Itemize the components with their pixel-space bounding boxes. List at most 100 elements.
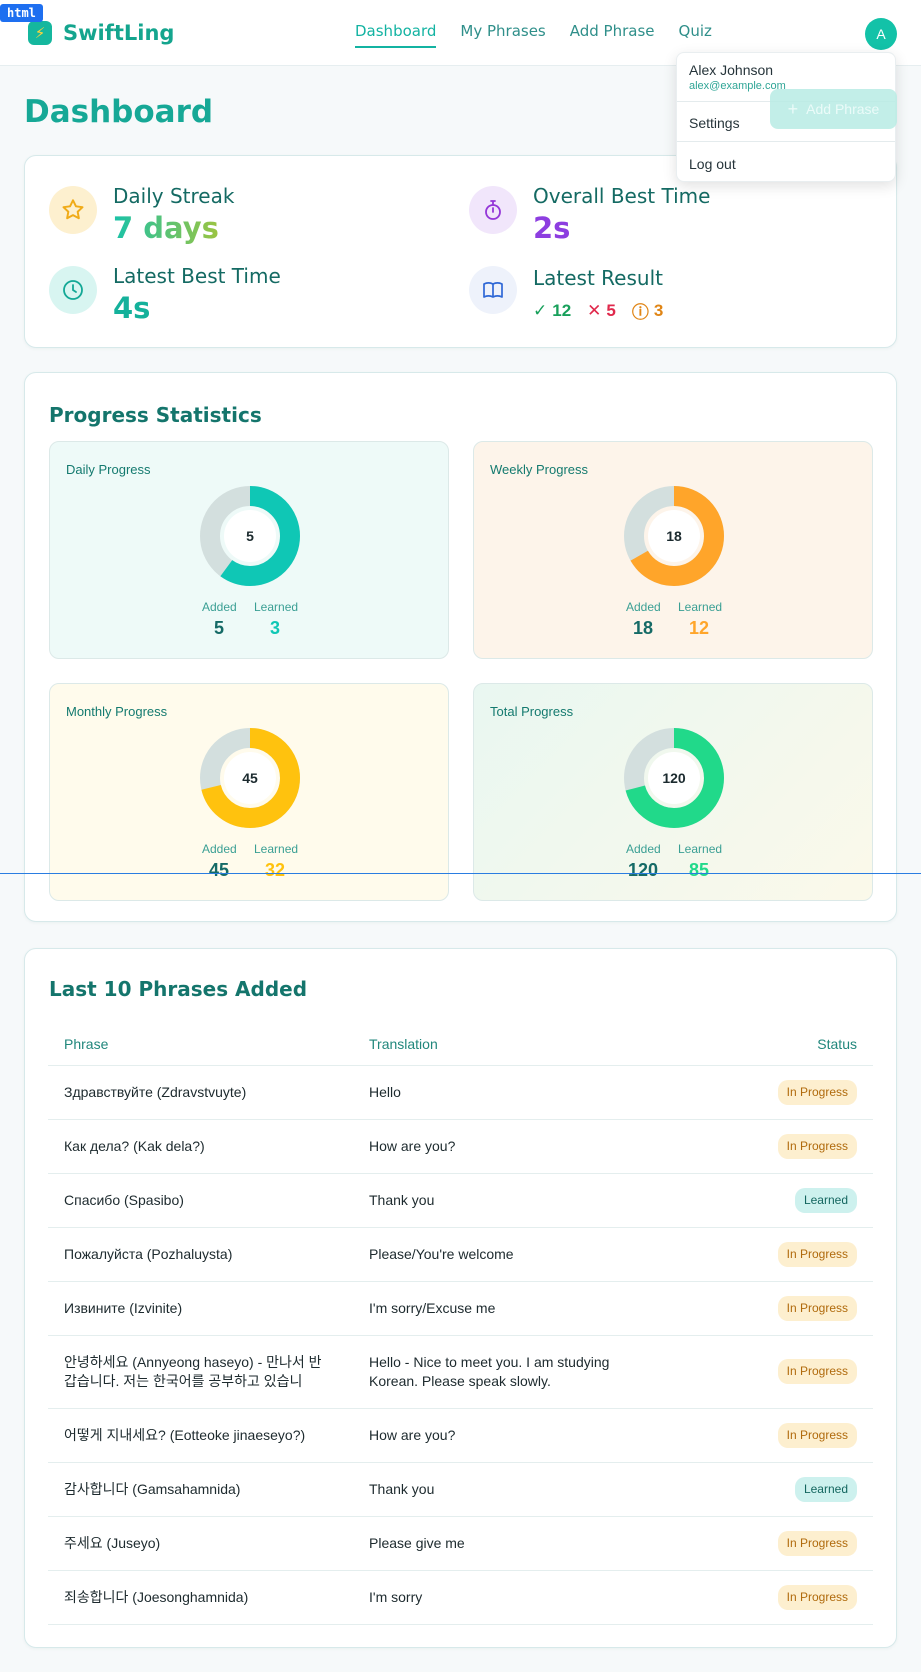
guide-line	[0, 873, 921, 874]
added-label: Added	[626, 600, 661, 614]
table-row[interactable]: Спасибо (Spasibo) Thank you Learned	[48, 1173, 873, 1228]
table-row[interactable]: 안녕하세요 (Annyeong haseyo) - 만나서 반갑습니다. 저는 …	[48, 1335, 873, 1409]
daily-streak-label: Daily Streak	[113, 184, 235, 208]
learned-label: Learned	[678, 600, 723, 614]
status-cell: In Progress	[633, 1516, 873, 1571]
added-value: 45	[208, 860, 230, 880]
avatar[interactable]: A	[865, 18, 897, 50]
user-name: Alex Johnson	[689, 62, 774, 78]
nav-dashboard[interactable]: Dashboard	[355, 22, 437, 48]
alert-icon: ⓘ	[631, 303, 649, 322]
status-cell: In Progress	[633, 1570, 873, 1625]
learned-label: Learned	[678, 842, 723, 856]
translation-cell: I'm sorry	[353, 1570, 633, 1625]
status-cell: Learned	[633, 1173, 873, 1228]
status-cell: In Progress	[633, 1227, 873, 1282]
latest-best-time-value: 4s	[113, 291, 151, 325]
translation-cell: How are you?	[353, 1119, 633, 1174]
status-badge: In Progress	[777, 1079, 857, 1105]
status-cell: In Progress	[633, 1335, 873, 1409]
donut-center-value: 120	[662, 770, 686, 786]
menu-logout[interactable]: Log out	[689, 156, 736, 172]
progress-card-title: Daily Progress	[66, 462, 151, 477]
table-row[interactable]: 어떻게 지내세요? (Eotteoke jinaeseyo?) How are y…	[48, 1408, 873, 1463]
table-header: Phrase Translation Status	[48, 1023, 873, 1066]
divider	[677, 141, 895, 142]
translation-cell: Hello	[353, 1065, 633, 1120]
status-badge: In Progress	[777, 1241, 857, 1267]
overall-best-time-value: 2s	[533, 211, 571, 245]
book-icon	[469, 266, 517, 314]
progress-card-0: Daily Progress 5 Added Learned 5 3	[49, 441, 449, 659]
check-icon: ✓	[533, 300, 548, 320]
progress-title: Progress Statistics	[49, 403, 262, 427]
correct-count: ✓ 12	[533, 300, 572, 320]
bolt-icon[interactable]: ⚡	[28, 21, 52, 45]
nav-my-phrases[interactable]: My Phrases	[460, 22, 545, 48]
added-label: Added	[202, 842, 237, 856]
status-badge: Learned	[794, 1476, 857, 1502]
learned-value: 3	[269, 618, 280, 638]
stats-card: Daily Streak 7 days Overall Best Time 2s…	[24, 155, 897, 348]
phrase-cell: Здравствуйте (Zdravstvuyte)	[48, 1065, 353, 1120]
status-badge: In Progress	[777, 1530, 857, 1556]
table-row[interactable]: 주세요 (Juseyo) Please give me In Progress	[48, 1516, 873, 1571]
phrase-cell: 죄송합니다 (Joesonghamnida)	[48, 1570, 353, 1625]
added-value: 5	[213, 618, 224, 638]
added-label: Added	[626, 842, 661, 856]
app-name[interactable]: SwiftLing	[63, 21, 174, 45]
phrase-cell: Извините (Izvinite)	[48, 1281, 353, 1336]
progress-card-title: Total Progress	[490, 704, 574, 719]
status-badge: Learned	[794, 1187, 857, 1213]
status-cell: In Progress	[633, 1119, 873, 1174]
status-cell: In Progress	[633, 1065, 873, 1120]
daily-streak-value: 7 days	[113, 211, 219, 245]
status-badge: In Progress	[777, 1359, 857, 1384]
user-email: alex@example.com	[689, 80, 786, 92]
header-phrase: Phrase	[48, 1023, 353, 1066]
learned-value: 85	[688, 860, 710, 880]
add-phrase-button[interactable]: + Add Phrase	[770, 89, 897, 129]
nav-add-phrase[interactable]: Add Phrase	[570, 22, 655, 48]
table-row[interactable]: Здравствуйте (Zdravstvuyte) Hello In Progr…	[48, 1065, 873, 1120]
table-row[interactable]: 죄송합니다 (Joesonghamnida) I'm sorry In Progre…	[48, 1570, 873, 1625]
donut-center-value: 5	[246, 528, 254, 544]
header-status: Status	[633, 1023, 873, 1066]
phrase-cell: Как дела? (Kak dela?)	[48, 1119, 353, 1174]
added-label: Added	[202, 600, 237, 614]
table-row[interactable]: Извините (Izvinite) I'm sorry/Excuse me In…	[48, 1281, 873, 1336]
learned-value: 32	[264, 860, 286, 880]
added-value: 120	[627, 860, 659, 880]
status-cell: Learned	[633, 1462, 873, 1517]
phrase-cell: 안녕하세요 (Annyeong haseyo) - 만나서 반갑습니다. 저는 …	[48, 1335, 353, 1409]
status-badge: In Progress	[777, 1584, 857, 1610]
progress-card-2: Monthly Progress 45 Added Learned 45 32	[49, 683, 449, 901]
clock-icon	[49, 266, 97, 314]
cross-icon: ✕	[587, 300, 602, 320]
phrase-cell: Пожалуйста (Pozhaluysta)	[48, 1227, 353, 1282]
status-cell: In Progress	[633, 1281, 873, 1336]
donut-center-value: 18	[666, 528, 682, 544]
phrase-cell: 주세요 (Juseyo)	[48, 1516, 353, 1571]
status-badge: In Progress	[777, 1133, 857, 1159]
learned-value: 12	[688, 618, 710, 638]
phrases-table: Phrase Translation Status Здравствуйте (…	[48, 1023, 873, 1625]
table-row[interactable]: 감사합니다 (Gamsahamnida) Thank you Learned	[48, 1462, 873, 1517]
learned-label: Learned	[254, 600, 299, 614]
nav-quiz[interactable]: Quiz	[679, 22, 712, 48]
status-cell: In Progress	[633, 1408, 873, 1463]
page-title: Dashboard	[24, 94, 214, 130]
latest-best-time-label: Latest Best Time	[113, 264, 281, 288]
phrase-cell: 어떻게 지내세요? (Eotteoke jinaeseyo?)	[48, 1408, 353, 1463]
latest-result-label: Latest Result	[533, 266, 663, 290]
menu-settings[interactable]: Settings	[689, 115, 740, 131]
star-icon	[49, 186, 97, 234]
latest-result-values: ✓ 12 ✕ 5 ⓘ 3	[533, 298, 663, 323]
phrase-cell: 감사합니다 (Gamsahamnida)	[48, 1462, 353, 1517]
learned-label: Learned	[254, 842, 299, 856]
translation-cell: I'm sorry/Excuse me	[353, 1281, 633, 1336]
translation-cell: Hello - Nice to meet you. I am studying …	[353, 1335, 633, 1409]
translation-cell: Please/You're welcome	[353, 1227, 633, 1282]
table-row[interactable]: Как дела? (Kak dela?) How are you? In Prog…	[48, 1119, 873, 1174]
table-row[interactable]: Пожалуйста (Pozhaluysta) Please/You're we…	[48, 1227, 873, 1282]
